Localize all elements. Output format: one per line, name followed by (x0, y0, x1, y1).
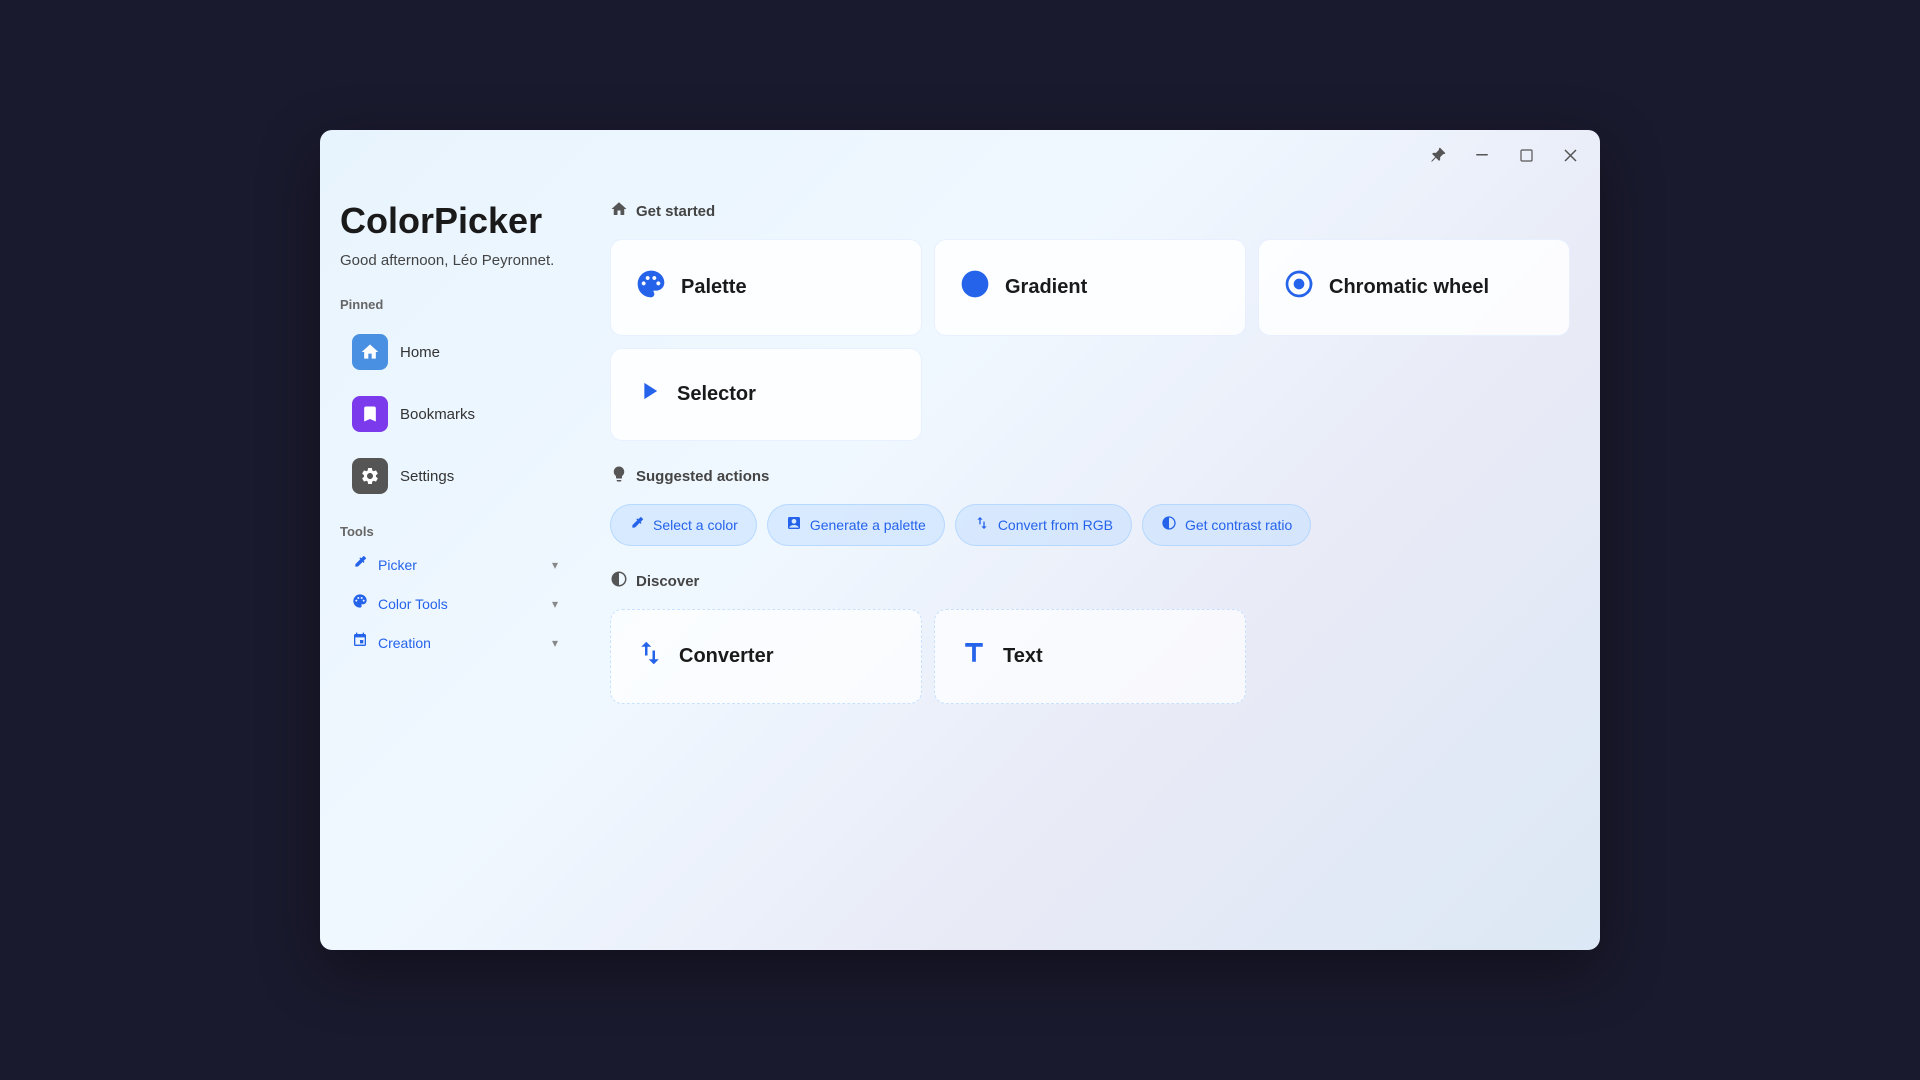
close-button[interactable] (1556, 141, 1584, 169)
app-title: ColorPicker (340, 200, 570, 242)
suggested-actions-label: Suggested actions (636, 468, 769, 485)
chromatic-wheel-icon (1283, 268, 1315, 307)
sidebar-item-bookmarks[interactable]: Bookmarks (340, 386, 570, 442)
pin-button[interactable] (1424, 141, 1452, 169)
get-started-label: Get started (636, 203, 715, 220)
settings-nav-icon (352, 458, 388, 494)
maximize-button[interactable] (1512, 141, 1540, 169)
pinned-label: Pinned (340, 297, 570, 312)
action-chips: Select a color Generate a palette (610, 504, 1570, 546)
tools-label: Tools (340, 524, 570, 539)
convert-rgb-label: Convert from RGB (998, 517, 1113, 533)
generate-palette-icon (786, 515, 802, 535)
palette-card[interactable]: Palette (610, 239, 922, 336)
contrast-ratio-icon (1161, 515, 1177, 535)
converter-icon (635, 638, 665, 675)
contrast-ratio-chip[interactable]: Get contrast ratio (1142, 504, 1311, 546)
creation-icon (352, 632, 368, 653)
sidebar-item-color-tools[interactable]: Color Tools ▾ (340, 584, 570, 623)
selector-label: Selector (677, 383, 756, 406)
picker-label: Picker (378, 557, 417, 573)
greeting: Good afternoon, Léo Peyronnet. (340, 252, 570, 269)
chromatic-wheel-label: Chromatic wheel (1329, 276, 1489, 299)
creation-label: Creation (378, 635, 431, 651)
get-started-cards-row1: Palette Gradient (610, 239, 1570, 336)
sidebar-item-creation[interactable]: Creation ▾ (340, 623, 570, 662)
gradient-icon (959, 268, 991, 307)
picker-chevron-icon: ▾ (552, 558, 558, 572)
gradient-label: Gradient (1005, 276, 1087, 299)
minimize-button[interactable] (1468, 141, 1496, 169)
contrast-ratio-label: Get contrast ratio (1185, 517, 1292, 533)
color-tools-chevron-icon: ▾ (552, 597, 558, 611)
titlebar (320, 130, 1600, 180)
text-label: Text (1003, 645, 1043, 668)
selector-card[interactable]: Selector (610, 348, 922, 441)
home-label: Home (400, 344, 440, 361)
tools-section: Tools Picker ▾ (340, 520, 570, 662)
palette-label: Palette (681, 276, 747, 299)
converter-card[interactable]: Converter (610, 609, 922, 704)
home-nav-icon (352, 334, 388, 370)
bookmarks-nav-icon (352, 396, 388, 432)
selector-icon (635, 377, 663, 412)
text-card-icon (959, 638, 989, 675)
sidebar-item-home[interactable]: Home (340, 324, 570, 380)
color-tools-icon (352, 593, 368, 614)
convert-rgb-chip[interactable]: Convert from RGB (955, 504, 1132, 546)
discover-label: Discover (636, 573, 699, 590)
app-window: ColorPicker Good afternoon, Léo Peyronne… (320, 130, 1600, 950)
select-color-icon (629, 515, 645, 535)
text-card[interactable]: Text (934, 609, 1246, 704)
bookmarks-label: Bookmarks (400, 406, 475, 423)
get-started-header: Get started (610, 200, 1570, 223)
sidebar-item-picker[interactable]: Picker ▾ (340, 545, 570, 584)
palette-icon (635, 268, 667, 307)
gradient-card[interactable]: Gradient (934, 239, 1246, 336)
discover-icon (610, 570, 628, 593)
chromatic-wheel-card[interactable]: Chromatic wheel (1258, 239, 1570, 336)
settings-label: Settings (400, 468, 454, 485)
convert-rgb-icon (974, 515, 990, 535)
color-tools-label: Color Tools (378, 596, 448, 612)
suggested-icon (610, 465, 628, 488)
discover-cards: Converter Text (610, 609, 1570, 704)
generate-palette-chip[interactable]: Generate a palette (767, 504, 945, 546)
creation-chevron-icon: ▾ (552, 636, 558, 650)
generate-palette-label: Generate a palette (810, 517, 926, 533)
select-color-chip[interactable]: Select a color (610, 504, 757, 546)
sidebar: ColorPicker Good afternoon, Léo Peyronne… (320, 180, 590, 950)
converter-label: Converter (679, 645, 773, 668)
discover-header: Discover (610, 570, 1570, 593)
picker-icon (352, 554, 368, 575)
select-color-label: Select a color (653, 517, 738, 533)
get-started-cards-row2: Selector (610, 348, 1570, 441)
suggested-actions-header: Suggested actions (610, 465, 1570, 488)
content-area: ColorPicker Good afternoon, Léo Peyronne… (320, 180, 1600, 950)
main-content: Get started Palette (590, 180, 1600, 950)
get-started-icon (610, 200, 628, 223)
sidebar-item-settings[interactable]: Settings (340, 448, 570, 504)
